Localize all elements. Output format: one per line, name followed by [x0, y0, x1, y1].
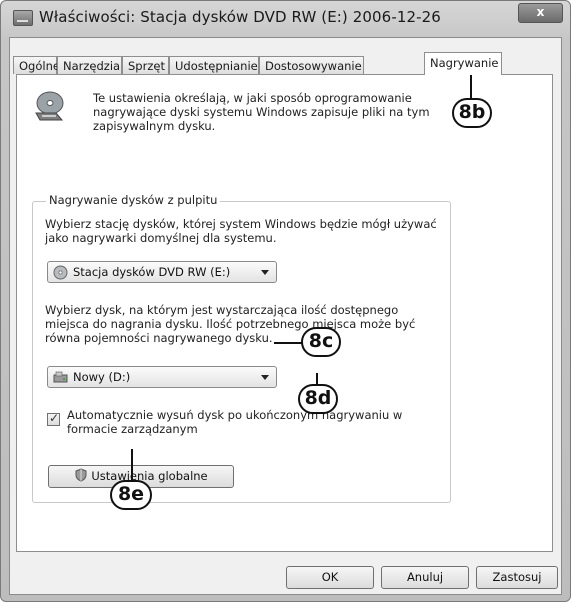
- shield-icon: [75, 468, 87, 482]
- recorder-drive-select[interactable]: Stacja dysków DVD RW (E:): [47, 261, 277, 283]
- intro-description: Te ustawienia określają, w jaki sposób o…: [93, 91, 430, 133]
- hard-drive-icon: [53, 371, 68, 383]
- apply-button[interactable]: Zastosuj: [476, 566, 558, 589]
- auto-eject-checkbox[interactable]: [47, 411, 60, 426]
- global-settings-label: Ustawienia globalne: [91, 469, 208, 483]
- callout-8d: 8d: [298, 384, 338, 414]
- callout-8d-line: [316, 373, 318, 385]
- window-title: Właściwości: Stacja dysków DVD RW (E:) 2…: [39, 8, 441, 26]
- disc-burn-icon: [35, 91, 64, 121]
- tab-recording[interactable]: Nagrywanie: [424, 52, 502, 75]
- callout-8e-line: [131, 449, 133, 482]
- desktop-burning-group: [32, 201, 451, 503]
- callout-8c: 8c: [301, 327, 341, 357]
- tab-tools[interactable]: Narzędzia: [57, 56, 122, 74]
- ok-button[interactable]: OK: [286, 566, 374, 589]
- group-legend: Nagrywanie dysków z pulpitu: [46, 193, 221, 207]
- temp-drive-description: Wybierz dysk, na którym jest wystarczają…: [45, 303, 416, 345]
- temp-drive-value: Nowy (D:): [73, 370, 131, 384]
- drive-icon: [13, 10, 33, 26]
- recording-panel: Te ustawienia określają, w jaki sposób o…: [16, 74, 553, 552]
- callout-8b: 8b: [452, 98, 492, 128]
- tab-customize[interactable]: Dostosowywanie: [259, 56, 364, 74]
- title-bar[interactable]: Właściwości: Stacja dysków DVD RW (E:) 2…: [1, 1, 570, 37]
- auto-eject-label: Automatycznie wysuń dysk po ukończonym n…: [67, 408, 403, 436]
- close-button[interactable]: x: [518, 3, 563, 23]
- properties-window: Właściwości: Stacja dysków DVD RW (E:) 2…: [0, 0, 571, 602]
- drive-description: Wybierz stację dysków, której system Win…: [45, 217, 437, 245]
- temp-drive-select[interactable]: Nowy (D:): [47, 366, 277, 388]
- callout-8c-line: [274, 342, 303, 344]
- tab-sharing[interactable]: Udostępnianie: [169, 56, 259, 74]
- chevron-down-icon: [261, 270, 269, 275]
- callout-8e: 8e: [110, 480, 152, 510]
- cancel-button[interactable]: Anuluj: [381, 566, 469, 589]
- tab-hardware[interactable]: Sprzęt: [122, 56, 169, 74]
- recorder-drive-value: Stacja dysków DVD RW (E:): [73, 265, 231, 279]
- tab-general[interactable]: Ogólne: [13, 56, 60, 74]
- dvd-drive-icon: [53, 265, 68, 280]
- chevron-down-icon: [261, 375, 269, 380]
